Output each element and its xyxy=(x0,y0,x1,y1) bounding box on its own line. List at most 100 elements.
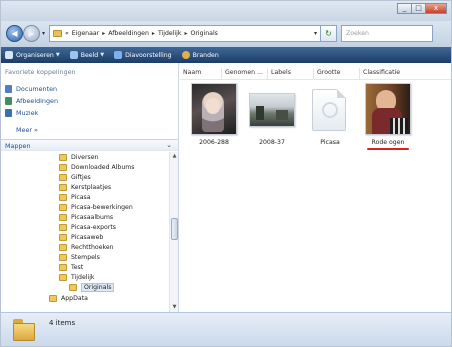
breadcrumb-eigenaar[interactable]: Eigenaar xyxy=(72,30,99,37)
folders-header-bar[interactable]: Mappen ⌄ xyxy=(1,139,178,151)
scroll-up-icon[interactable]: ▲ xyxy=(171,153,178,160)
organize-label: Organiseren xyxy=(16,51,54,59)
breadcrumb-separator[interactable]: ▸ xyxy=(152,30,155,37)
folder-icon xyxy=(49,294,57,302)
file-item[interactable]: Rode ogen xyxy=(362,83,414,153)
folder-icon xyxy=(59,243,67,251)
landscape-photo-thumbnail xyxy=(249,93,295,127)
close-button[interactable]: x xyxy=(425,3,447,14)
organize-icon xyxy=(5,51,13,59)
tree-item-selected[interactable]: Originals xyxy=(69,282,115,292)
documents-icon xyxy=(5,85,12,93)
tree-item[interactable]: Picasa-bewerkingen xyxy=(59,202,133,212)
favorite-label: Muziek xyxy=(16,109,39,117)
gear-icon xyxy=(322,102,338,118)
portrait-face xyxy=(206,98,220,114)
breadcrumb-originals[interactable]: Originals xyxy=(190,30,217,37)
refresh-button[interactable]: ↻ xyxy=(321,25,337,42)
favorite-label: Afbeeldingen xyxy=(16,97,59,105)
slideshow-icon xyxy=(114,51,123,59)
tree-item[interactable]: Downloaded Albums xyxy=(59,162,135,172)
file-item[interactable]: 2008-37 xyxy=(246,83,298,153)
navigation-pane: Favoriete koppelingen Documenten Afbeeld… xyxy=(1,63,179,312)
column-headers: Naam Genomen ... Labels Grootte Classifi… xyxy=(180,68,451,80)
folder-icon xyxy=(59,233,67,241)
organize-button[interactable]: Organiseren ▼ xyxy=(5,51,60,59)
folder-icon xyxy=(53,30,62,37)
tree-item[interactable]: Rechtthoeken xyxy=(59,242,114,252)
red-underline xyxy=(367,148,409,150)
recent-pages-dropdown[interactable]: ▾ xyxy=(42,30,45,37)
file-item[interactable]: Picasa xyxy=(304,83,356,153)
folder-icon xyxy=(69,283,77,291)
tree-item[interactable]: Kerstplaatjes xyxy=(59,182,111,192)
slideshow-label: Diavoorstelling xyxy=(125,51,172,59)
tree-item[interactable]: Diversen xyxy=(59,152,98,162)
breadcrumb-separator[interactable]: ▸ xyxy=(184,30,187,37)
scrollbar-thumb[interactable] xyxy=(171,218,178,240)
file-item-label: Rode ogen xyxy=(371,139,405,146)
folder-icon xyxy=(59,273,67,281)
red-eye-checker xyxy=(390,118,408,134)
column-header-name[interactable]: Naam xyxy=(180,68,222,79)
caption-buttons: _ □ x xyxy=(397,3,447,14)
tree-item[interactable]: Picasa xyxy=(59,192,91,202)
favorite-label: Documenten xyxy=(16,85,58,93)
landscape-tree xyxy=(256,106,264,120)
tree-item[interactable]: Picasaalbums xyxy=(59,212,113,222)
address-dropdown-icon[interactable]: ▾ xyxy=(314,30,317,37)
folders-header: Mappen xyxy=(5,142,31,150)
breadcrumb-afbeeldingen[interactable]: Afbeeldingen xyxy=(108,30,149,37)
scroll-down-icon[interactable]: ▼ xyxy=(171,304,178,311)
chevron-down-icon: ⌄ xyxy=(166,141,172,149)
explorer-window: _ □ x ◀ ▶ ▾ « Eigenaar ▸ Afbeeldingen ▸ … xyxy=(0,0,452,347)
tree-item[interactable]: Giftjes xyxy=(59,172,91,182)
chevron-down-icon: ▼ xyxy=(100,52,105,58)
column-header-labels[interactable]: Labels xyxy=(268,68,314,79)
tree-item[interactable]: AppData xyxy=(49,293,88,303)
file-item-label: Picasa xyxy=(320,139,340,146)
breadcrumb-tijdelijk[interactable]: Tijdelijk xyxy=(158,30,182,37)
tree-item[interactable]: Stempels xyxy=(59,252,100,262)
folder-tree-scrollbar[interactable]: ▲ ▼ xyxy=(169,152,178,312)
red-eye-photo-thumbnail xyxy=(365,83,411,135)
address-bar[interactable]: « Eigenaar ▸ Afbeeldingen ▸ Tijdelijk ▸ … xyxy=(49,25,321,42)
tree-item[interactable]: Picasa-exports xyxy=(59,222,116,232)
back-button[interactable]: ◀ xyxy=(6,25,23,42)
views-button[interactable]: Beeld ▼ xyxy=(69,51,105,59)
folder-icon xyxy=(59,153,67,161)
picasa-document-icon xyxy=(312,89,346,131)
music-icon xyxy=(5,109,12,117)
search-input[interactable]: Zoeken xyxy=(341,25,433,42)
favorite-pictures[interactable]: Afbeeldingen xyxy=(5,97,58,105)
title-bar: _ □ x xyxy=(1,1,451,21)
favorite-music[interactable]: Muziek xyxy=(5,109,38,117)
folder-icon xyxy=(59,173,67,181)
file-item[interactable]: 2006-288 xyxy=(188,83,240,153)
column-header-taken[interactable]: Genomen ... xyxy=(222,68,268,79)
favorite-documents[interactable]: Documenten xyxy=(5,85,57,93)
maximize-button[interactable]: □ xyxy=(411,3,425,14)
minimize-button[interactable]: _ xyxy=(397,3,411,14)
tree-item[interactable]: Tijdelijk xyxy=(59,272,95,282)
forward-button[interactable]: ▶ xyxy=(23,25,40,42)
file-list: Naam Genomen ... Labels Grootte Classifi… xyxy=(180,63,451,312)
breadcrumb-separator[interactable]: ▸ xyxy=(102,30,105,37)
item-count: 4 items xyxy=(49,319,76,327)
slideshow-button[interactable]: Diavoorstelling xyxy=(114,51,172,59)
file-item-label: 2008-37 xyxy=(259,139,285,146)
folder-icon xyxy=(59,263,67,271)
breadcrumb-overflow[interactable]: « xyxy=(65,30,69,37)
tree-item[interactable]: Picasaweb xyxy=(59,232,103,242)
command-toolbar: Organiseren ▼ Beeld ▼ Diavoorstelling Br… xyxy=(1,47,451,63)
burn-button[interactable]: Branden xyxy=(181,51,219,59)
favorite-links-header: Favoriete koppelingen xyxy=(5,68,76,76)
tree-item[interactable]: Test xyxy=(59,262,83,272)
column-header-rating[interactable]: Classificatie xyxy=(360,68,420,79)
views-icon xyxy=(69,51,78,59)
folder-icon xyxy=(59,203,67,211)
column-header-size[interactable]: Grootte xyxy=(314,68,360,79)
more-links[interactable]: Meer » xyxy=(16,126,38,134)
pictures-icon xyxy=(5,97,12,105)
folder-icon xyxy=(59,253,67,261)
